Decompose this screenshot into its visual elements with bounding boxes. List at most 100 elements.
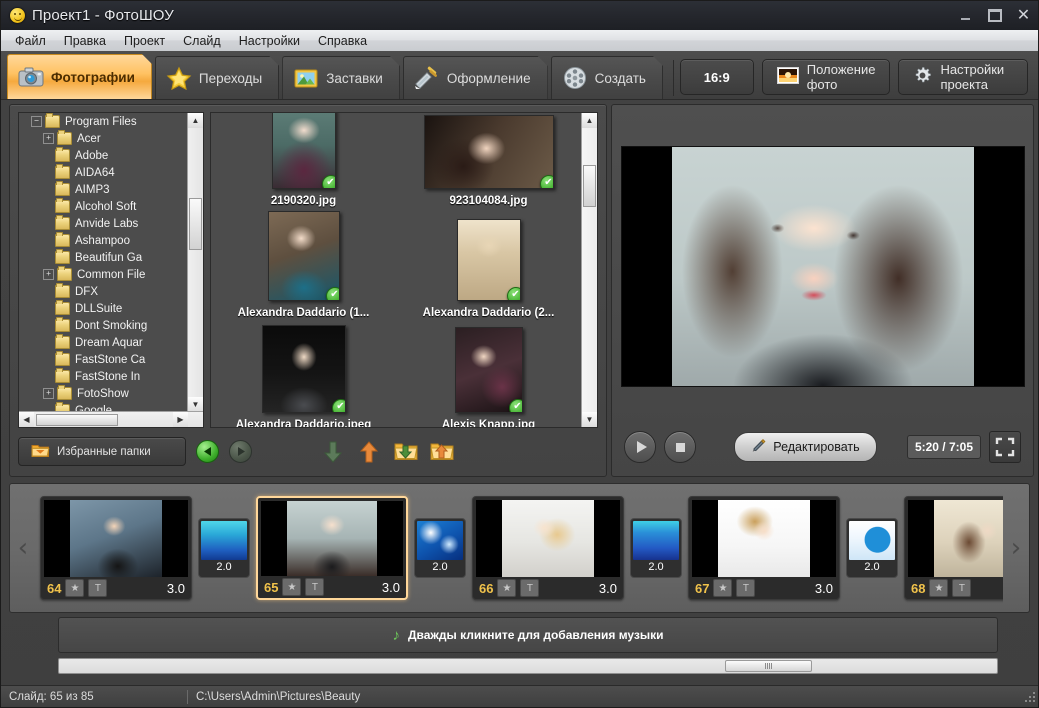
thumbnail-item[interactable]: ✔Alexandra Daddario (1... [219, 207, 389, 319]
maximize-button[interactable] [980, 1, 1009, 30]
project-settings-button[interactable]: Настройки проекта [898, 59, 1028, 95]
thumbnail-image[interactable]: ✔ [457, 219, 521, 301]
favorites-folders-button[interactable]: Избранные папки [18, 437, 186, 466]
menu-item-project[interactable]: Проект [115, 30, 174, 51]
tree-node[interactable]: FastStone Ca [19, 351, 187, 368]
tree-node[interactable]: +Acer [19, 130, 187, 147]
folder-tree[interactable]: −Program Files+AcerAdobeAIDA64AIMP3Alcoh… [18, 112, 204, 428]
slide-text-badge[interactable]: T [88, 579, 107, 597]
transition-thumbnail[interactable] [201, 521, 247, 560]
slide-text-badge[interactable]: T [520, 579, 539, 597]
music-track-area[interactable]: ♪ Дважды кликните для добавления музыки [58, 617, 998, 653]
slide-item[interactable]: 68★T3.0 [904, 496, 1003, 600]
menu-item-edit[interactable]: Правка [55, 30, 115, 51]
slide-item[interactable]: 66★T3.0 [472, 496, 624, 600]
thumbnail-vertical-scrollbar[interactable]: ▲ ▼ [581, 113, 597, 427]
tree-node[interactable]: Anvide Labs [19, 215, 187, 232]
tree-node[interactable]: Beautifun Ga [19, 249, 187, 266]
tree-node[interactable]: +Common File [19, 266, 187, 283]
slide-text-badge[interactable]: T [736, 579, 755, 597]
transition-thumbnail[interactable] [849, 521, 895, 560]
slide-effect-badge[interactable]: ★ [713, 579, 732, 597]
transition-duration[interactable]: 2.0 [201, 560, 247, 575]
tree-node[interactable]: Google [19, 402, 187, 411]
tree-expander-icon[interactable]: + [43, 269, 54, 280]
tree-node[interactable]: Dream Aquar [19, 334, 187, 351]
slide-effect-badge[interactable]: ★ [282, 578, 301, 596]
tree-node[interactable]: +FotoShow [19, 385, 187, 402]
slide-item[interactable]: 64★T3.0 [40, 496, 192, 600]
scroll-down-icon[interactable]: ▼ [188, 397, 203, 412]
nav-forward-icon[interactable] [229, 440, 252, 463]
slide-item[interactable]: 67★T3.0 [688, 496, 840, 600]
resize-grip[interactable] [1024, 691, 1035, 702]
slide-thumbnail[interactable] [261, 501, 403, 576]
strip-prev-button[interactable]: ‹ [10, 484, 36, 612]
nav-back-icon[interactable] [196, 440, 219, 463]
tab-transitions[interactable]: Переходы [155, 56, 279, 99]
scrollbar-thumb[interactable] [189, 198, 202, 250]
slide-thumbnail[interactable] [44, 500, 188, 577]
timeline-scrollbar-thumb[interactable] [725, 660, 812, 672]
thumbnail-item[interactable]: ✔2190320.jpg [219, 112, 389, 207]
edit-button[interactable]: Редактировать [734, 432, 876, 462]
folder-up-icon[interactable] [430, 440, 452, 464]
slide-effect-badge[interactable]: ★ [497, 579, 516, 597]
thumbnail-item[interactable]: ✔Alexandra Daddario (2... [404, 207, 574, 319]
thumb-scroll-up-icon[interactable]: ▲ [582, 113, 597, 128]
transition-item[interactable]: 2.0 [630, 518, 682, 578]
timeline-horizontal-scrollbar[interactable] [58, 658, 998, 674]
folder-tree-horizontal-scrollbar[interactable]: ◀ ▶ [19, 411, 203, 427]
slide-thumbnail[interactable] [476, 500, 620, 577]
menu-item-settings[interactable]: Настройки [230, 30, 309, 51]
tree-node[interactable]: Alcohol Soft [19, 198, 187, 215]
tree-node[interactable]: −Program Files [19, 113, 187, 130]
slide-text-badge[interactable]: T [305, 578, 324, 596]
slide-item[interactable]: 65★T3.0 [256, 496, 408, 600]
tab-design[interactable]: Оформление [403, 56, 548, 99]
photo-position-button[interactable]: Положение фото [762, 59, 891, 95]
minimize-button[interactable] [951, 1, 980, 30]
tree-expander-icon[interactable]: − [31, 116, 42, 127]
transition-item[interactable]: 2.0 [198, 518, 250, 578]
tab-photos[interactable]: Фотографии [7, 54, 152, 99]
tree-node[interactable]: Dont Smoking [19, 317, 187, 334]
slide-duration[interactable]: 3.0 [599, 581, 617, 596]
transition-duration[interactable]: 2.0 [633, 560, 679, 575]
tree-node[interactable]: DLLSuite [19, 300, 187, 317]
tab-intros[interactable]: Заставки [282, 56, 400, 99]
transition-thumbnail[interactable] [417, 521, 463, 560]
thumbnail-image[interactable]: ✔ [272, 112, 336, 189]
slide-effect-badge[interactable]: ★ [929, 579, 948, 597]
transition-item[interactable]: 2.0 [414, 518, 466, 578]
transition-duration[interactable]: 2.0 [417, 560, 463, 575]
tree-node[interactable]: AIDA64 [19, 164, 187, 181]
close-button[interactable]: ✕ [1009, 0, 1038, 31]
folder-down-icon[interactable] [394, 440, 416, 464]
thumbnail-image[interactable]: ✔ [262, 325, 346, 413]
tree-node[interactable]: FastStone In [19, 368, 187, 385]
thumbnail-item[interactable]: ✔923104084.jpg [404, 112, 574, 207]
arrow-up-icon[interactable] [358, 440, 380, 464]
fullscreen-button[interactable] [989, 431, 1021, 463]
preview-screen[interactable] [621, 146, 1025, 387]
transition-duration[interactable]: 2.0 [849, 560, 895, 575]
stop-button[interactable] [664, 431, 696, 463]
slide-duration[interactable]: 3.0 [815, 581, 833, 596]
tab-create[interactable]: Создать [551, 56, 663, 99]
tree-node[interactable]: Adobe [19, 147, 187, 164]
slide-duration[interactable]: 3.0 [167, 581, 185, 596]
thumbnail-item[interactable]: ✔Alexis Knapp.jpg [404, 319, 574, 428]
thumbnail-image[interactable]: ✔ [455, 327, 523, 413]
slide-text-badge[interactable]: T [952, 579, 971, 597]
slide-duration[interactable]: 3.0 [382, 580, 400, 595]
tree-node[interactable]: AIMP3 [19, 181, 187, 198]
thumb-scrollbar-thumb[interactable] [583, 165, 596, 207]
thumbnail-item[interactable]: ✔Alexandra Daddario.jpeg [219, 319, 389, 428]
hscrollbar-thumb[interactable] [36, 414, 118, 426]
play-button[interactable] [624, 431, 656, 463]
tree-expander-icon[interactable]: + [43, 388, 54, 399]
tree-node[interactable]: DFX [19, 283, 187, 300]
transition-item[interactable]: 2.0 [846, 518, 898, 578]
strip-next-button[interactable]: › [1003, 484, 1029, 612]
